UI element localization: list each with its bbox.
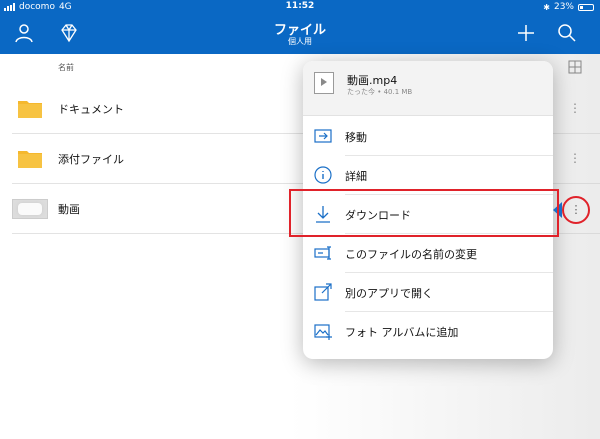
battery-percent: 23% <box>553 2 574 12</box>
popover-file-name: 動画.mp4 <box>347 74 398 87</box>
highlight-annotation-box <box>289 189 559 237</box>
video-thumbnail <box>12 199 48 219</box>
video-file-icon <box>314 72 334 94</box>
menu-item-label: このファイルの名前の変更 <box>345 248 477 261</box>
move-icon <box>314 129 332 143</box>
menu-item-label: 別のアプリで開く <box>345 287 433 300</box>
item-name: ドキュメント <box>58 103 124 116</box>
more-options-icon: ⋮ <box>570 203 582 216</box>
clock: 11:52 <box>285 1 315 11</box>
popover-file-meta: たった今 • 40.1 MB <box>347 88 413 96</box>
folder-icon <box>18 101 42 118</box>
status-bar: docomo 4G 11:52 ✱ 23% <box>0 0 600 14</box>
photo-album-icon <box>314 324 332 340</box>
popover-file-header: 動画.mp4 たった今 • 40.1 MB <box>303 61 553 116</box>
more-options-button[interactable]: ⋮ <box>562 196 590 224</box>
menu-item-rename[interactable]: このファイルの名前の変更 <box>303 234 553 273</box>
sort-by-name[interactable]: 名前 <box>58 62 74 73</box>
add-icon[interactable] <box>515 22 537 44</box>
page-subtitle: 個人用 <box>288 37 312 46</box>
folder-icon <box>18 151 42 168</box>
item-name: 添付ファイル <box>58 153 124 166</box>
menu-item-label: 詳細 <box>345 170 367 183</box>
app-header: ファイル 個人用 <box>0 14 600 54</box>
battery-icon <box>578 3 594 11</box>
menu-item-label: 移動 <box>345 131 367 144</box>
menu-item-add-to-photos[interactable]: フォト アルバムに追加 <box>303 312 553 351</box>
search-icon[interactable] <box>556 22 578 44</box>
rename-icon <box>314 246 331 260</box>
info-icon <box>314 166 332 184</box>
open-in-icon <box>314 283 332 301</box>
bluetooth-icon: ✱ <box>543 2 550 12</box>
menu-item-label: フォト アルバムに追加 <box>345 326 459 339</box>
menu-item-open-in[interactable]: 別のアプリで開く <box>303 273 553 312</box>
menu-item-move[interactable]: 移動 <box>303 117 553 156</box>
item-name: 動画 <box>58 203 80 216</box>
